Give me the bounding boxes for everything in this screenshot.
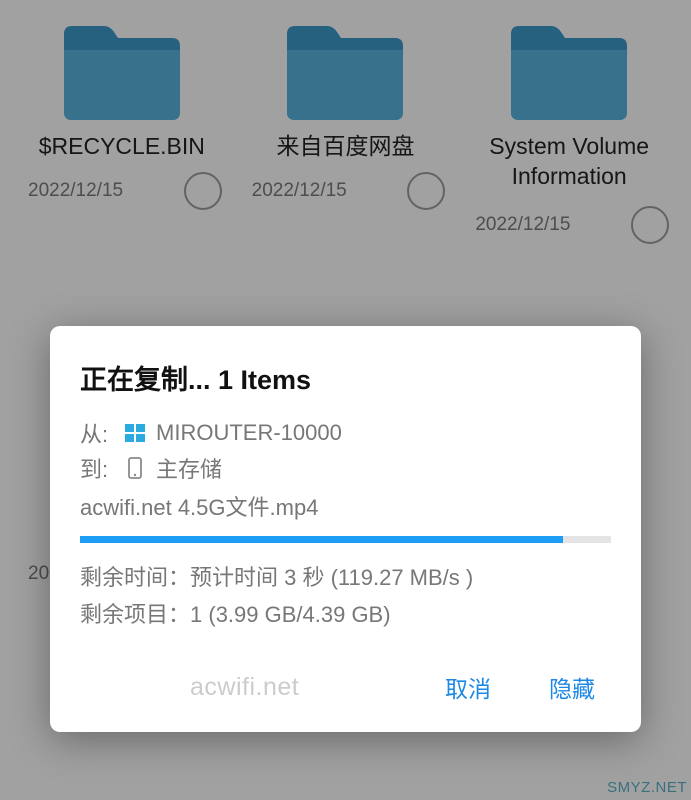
time-value: 预计时间 3 秒 (119.27 MB/s )	[190, 565, 473, 590]
watermark: acwifi.net	[190, 673, 299, 702]
corner-watermark: SMYZ.NET	[607, 779, 687, 796]
copy-dialog: 正在复制... 1 Items 从: MIROUTER-10000 到: 主存储…	[50, 326, 641, 732]
windows-icon	[122, 420, 148, 446]
filename: acwifi.net 4.5G文件.mp4	[80, 490, 611, 522]
to-row: 到: 主存储	[80, 452, 611, 484]
dialog-title: 正在复制... 1 Items	[80, 358, 611, 397]
items-remaining: 剩余项目：1 (3.99 GB/4.39 GB)	[80, 596, 611, 633]
cancel-button[interactable]: 取消	[441, 664, 495, 710]
time-remaining: 剩余时间：预计时间 3 秒 (119.27 MB/s )	[80, 559, 611, 596]
from-row: 从: MIROUTER-10000	[80, 417, 611, 449]
hide-button[interactable]: 隐藏	[545, 664, 599, 710]
to-label: 到:	[80, 452, 114, 484]
phone-icon	[122, 455, 148, 481]
time-label: 剩余时间：	[80, 565, 190, 590]
items-label: 剩余项目：	[80, 602, 190, 627]
progress-track	[80, 536, 611, 543]
from-value: MIROUTER-10000	[156, 420, 342, 446]
dialog-actions: 取消 隐藏	[80, 664, 611, 710]
items-value: 1 (3.99 GB/4.39 GB)	[190, 602, 391, 627]
from-label: 从:	[80, 417, 114, 449]
progress-bar	[80, 536, 563, 543]
to-value: 主存储	[156, 452, 222, 484]
